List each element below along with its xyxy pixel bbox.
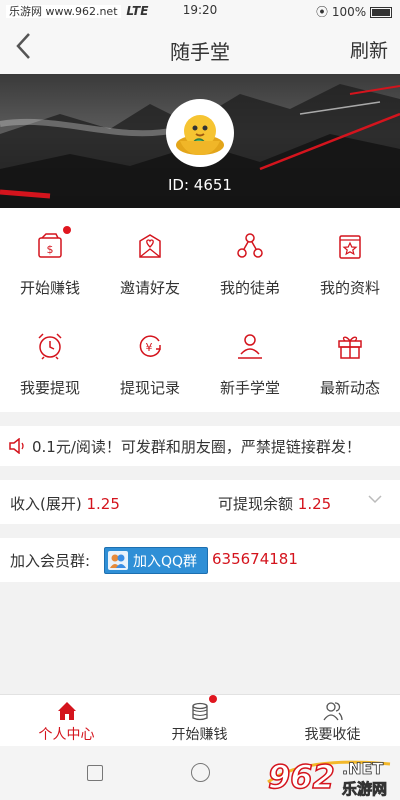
coins-icon — [192, 702, 208, 721]
chevron-down-icon[interactable] — [368, 494, 382, 504]
alarm-clock-icon — [38, 333, 62, 360]
income-value: 1.25 — [86, 495, 120, 513]
menu-label: 新手学堂 — [219, 379, 280, 397]
menu-label: 提现记录 — [119, 379, 180, 397]
refresh-button[interactable]: 刷新 — [350, 36, 388, 63]
badge-dot — [209, 695, 217, 703]
menu-invite-friends[interactable]: 邀请好友 — [100, 208, 200, 308]
person-stand-icon — [238, 334, 262, 359]
menu-label: 我的资料 — [319, 279, 380, 297]
svg-text:$: $ — [47, 243, 54, 256]
users-icon — [323, 702, 343, 721]
menu-label: 最新动态 — [319, 379, 380, 397]
share-nodes-icon — [237, 233, 263, 258]
menu-label: 邀请好友 — [119, 279, 180, 297]
svg-text:乐游网: 乐游网 — [342, 780, 387, 798]
menu-label: 开始赚钱 — [19, 279, 80, 297]
star-book-icon — [339, 235, 361, 259]
income-row[interactable]: 收入(展开) 1.25 可提现余额 1.25 — [0, 480, 400, 524]
tab-label: 个人中心 — [38, 727, 95, 743]
menu-beginner-school[interactable]: 新手学堂 — [200, 308, 300, 408]
tab-label: 开始赚钱 — [171, 727, 228, 743]
notice-text: 0.1元/阅读！可发群和朋友圈，严禁提链接群发！ — [32, 438, 361, 456]
app-header: 随手堂 刷新 — [0, 22, 400, 74]
962-watermark-logo: 962 .NET 乐游网 — [267, 757, 391, 798]
tab-start-earning[interactable]: 开始赚钱 — [133, 695, 266, 747]
tab-label: 我要收徒 — [304, 727, 361, 743]
battery-icon — [370, 7, 392, 18]
tab-recruit-apprentice[interactable]: 我要收徒 — [266, 695, 399, 747]
badge-dot — [63, 226, 71, 234]
avatar[interactable] — [166, 99, 234, 167]
feature-grid: $ 开始赚钱 邀请好友 我的徒弟 我的资料 我要提现 ¥ 提现记录 新手学堂 最… — [0, 208, 400, 412]
menu-my-profile[interactable]: 我的资料 — [300, 208, 400, 308]
home-button[interactable] — [191, 763, 210, 782]
menu-withdraw[interactable]: 我要提现 — [0, 308, 100, 408]
page-title: 随手堂 — [170, 40, 230, 64]
group-number: 635674181 — [212, 550, 298, 568]
menu-label: 我的徒弟 — [219, 279, 280, 297]
profile-banner: ID: 4651 — [0, 74, 400, 208]
menu-latest-news[interactable]: 最新动态 — [300, 308, 400, 408]
tab-personal-center[interactable]: 个人中心 — [0, 695, 133, 747]
recent-apps-button[interactable] — [87, 765, 103, 781]
notice-bar: 0.1元/阅读！可发群和朋友圈，严禁提链接群发！ — [0, 426, 400, 466]
system-nav-bar: 962 .NET 乐游网 — [0, 746, 400, 800]
heart-envelope-icon — [139, 234, 161, 258]
svg-text:962: 962 — [268, 758, 335, 796]
bottom-tab-bar: 个人中心 开始赚钱 我要收徒 — [0, 694, 400, 747]
income-label: 收入(展开) — [10, 495, 82, 513]
join-qq-group-label: 加入QQ群 — [133, 554, 198, 570]
battery-percent: 100% — [331, 5, 367, 19]
gold-ingot-chick-avatar — [176, 115, 224, 155]
menu-withdraw-history[interactable]: ¥ 提现记录 — [100, 308, 200, 408]
group-label: 加入会员群: — [10, 552, 91, 570]
speaker-icon — [9, 438, 24, 454]
menu-label: 我要提现 — [19, 379, 80, 397]
withdrawable-value: 1.25 — [297, 495, 332, 513]
menu-start-earning[interactable]: $ 开始赚钱 — [0, 208, 100, 308]
join-qq-group-button[interactable]: 加入QQ群 — [104, 547, 208, 574]
qq-users-icon — [108, 551, 128, 570]
home-icon — [58, 702, 76, 720]
status-bar: 乐游网 www.962.net LTE 19:20 ⦿ 100% — [0, 0, 400, 22]
member-group-row: 加入会员群: 加入QQ群 635674181 — [0, 538, 400, 582]
wallet-dollar-icon: $ — [38, 233, 62, 258]
yen-transfer-icon: ¥ — [139, 335, 161, 357]
svg-text:¥: ¥ — [146, 341, 153, 354]
gift-icon — [338, 336, 362, 359]
svg-text:.NET: .NET — [342, 759, 383, 778]
menu-my-apprentices[interactable]: 我的徒弟 — [200, 208, 300, 308]
lock-rotation-icon: ⦿ — [316, 5, 329, 19]
withdrawable-label: 可提现余额 — [218, 495, 294, 513]
user-id: ID: 4651 — [168, 176, 232, 194]
